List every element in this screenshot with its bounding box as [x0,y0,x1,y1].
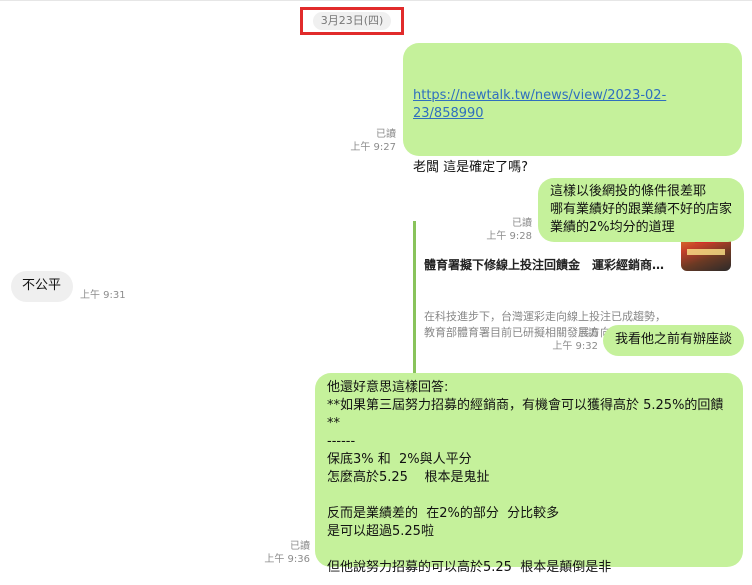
read-status: 已讀 [376,129,396,140]
message-time: 上午 9:32 [552,341,598,352]
message-time: 上午 9:31 [80,290,126,301]
message-bubble[interactable]: 我看他之前有辦座談 [603,325,744,356]
message-meta: 已讀 上午 9:36 [240,540,310,566]
read-status: 已讀 [290,541,310,552]
date-separator: 3月23日(四) [312,12,392,30]
message-meta: 已讀 上午 9:28 [466,217,532,243]
message-text: 老闆 這是確定了嗎? [413,160,529,175]
top-divider [0,0,752,1]
message-time: 上午 9:28 [486,231,532,242]
link-preview-title: 體育署擬下修線上投注回饋金 運彩經銷商批... [424,258,675,272]
message-bubble[interactable]: 這樣以後網投的條件很差耶 哪有業績好的跟業績不好的店家 業績的2%均分的道理 [538,178,744,242]
message-bubble[interactable]: 他還好意思這樣回答: **如果第三屆努力招募的經銷商，有機會可以獲得高於 5.2… [315,373,743,575]
message-meta: 上午 9:31 [80,289,150,302]
message-meta: 已讀 上午 9:27 [330,128,396,154]
read-status: 已讀 [578,328,598,339]
message-meta: 已讀 上午 9:32 [530,327,598,353]
message-link[interactable]: https://newtalk.tw/news/view/2023-02-23/… [413,87,732,123]
message-bubble-incoming[interactable]: 不公平 [11,271,73,302]
date-highlight-box: 3月23日(四) [300,7,404,35]
message-bubble-link[interactable]: https://newtalk.tw/news/view/2023-02-23/… [403,43,742,377]
read-status: 已讀 [512,218,532,229]
message-time: 上午 9:36 [264,554,310,565]
message-time: 上午 9:27 [350,142,396,153]
